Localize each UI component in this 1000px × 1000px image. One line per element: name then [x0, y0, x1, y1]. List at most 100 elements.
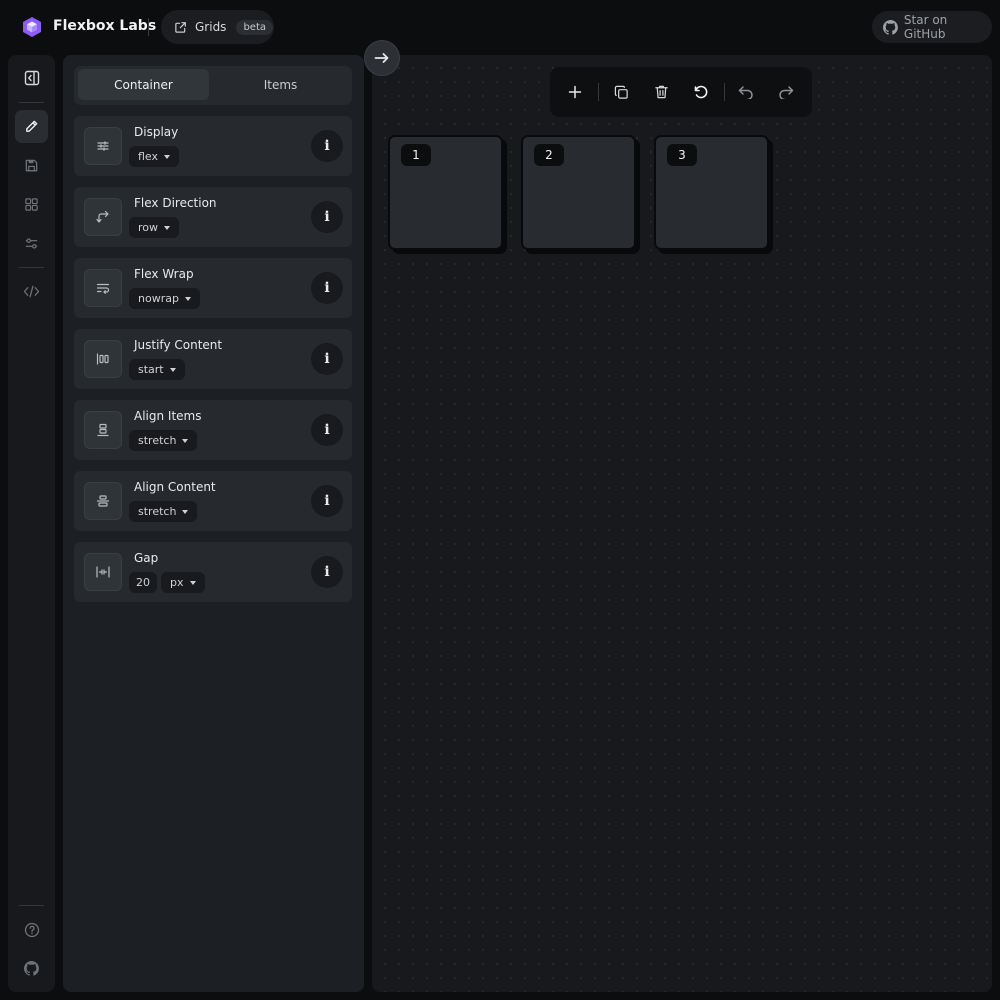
github-icon	[24, 961, 39, 976]
grids-link-button[interactable]: Grids beta	[161, 10, 274, 44]
display-select[interactable]: flex	[129, 146, 180, 167]
collapse-panel-button[interactable]	[364, 40, 400, 76]
layouts-button[interactable]	[15, 188, 48, 221]
property-title: Justify Content	[134, 338, 223, 352]
gap-value-input[interactable]: 20	[129, 572, 157, 593]
grids-label: Grids	[195, 20, 227, 34]
brand-name[interactable]: Flexbox Labs	[53, 18, 156, 34]
external-link-icon	[175, 21, 186, 33]
gap-unit-select[interactable]: px	[161, 572, 205, 593]
item-number: 2	[534, 144, 564, 166]
undo-icon	[738, 86, 753, 99]
header-divider	[148, 18, 149, 36]
github-icon	[883, 19, 898, 35]
delete-button[interactable]	[646, 77, 676, 107]
duplicate-button[interactable]	[606, 77, 636, 107]
select-value: start	[138, 363, 164, 376]
toolbar-divider	[598, 83, 599, 101]
wrap-icon	[84, 269, 122, 307]
code-button[interactable]	[15, 275, 48, 308]
logo-icon[interactable]	[21, 16, 43, 38]
property-flex-direction: Flex Direction row i	[74, 187, 352, 247]
property-justify-content: Justify Content start i	[74, 329, 352, 389]
info-button[interactable]: i	[311, 130, 343, 162]
delete-icon	[654, 85, 668, 99]
star-on-github-button[interactable]: Star on GitHub	[872, 11, 992, 43]
align-content-icon	[84, 482, 122, 520]
select-value: nowrap	[138, 292, 179, 305]
property-align-items: Align Items stretch i	[74, 400, 352, 460]
pencil-icon	[26, 120, 38, 132]
info-button[interactable]: i	[311, 201, 343, 233]
toggle-sidebar-button[interactable]	[15, 61, 48, 94]
canvas-toolbar	[550, 67, 812, 117]
tab-container[interactable]: Container	[78, 69, 209, 100]
settings-button[interactable]	[15, 227, 48, 260]
property-title: Flex Wrap	[134, 267, 194, 281]
display-icon	[84, 127, 122, 165]
select-value: flex	[138, 150, 159, 163]
property-flex-wrap: Flex Wrap nowrap i	[74, 258, 352, 318]
justify-content-select[interactable]: start	[129, 359, 185, 380]
help-icon	[24, 922, 39, 937]
panel-tabs: Container Items	[74, 66, 352, 105]
chevron-down-icon	[164, 225, 171, 230]
property-title: Gap	[134, 551, 159, 565]
help-button[interactable]	[15, 913, 48, 946]
property-title: Align Items	[134, 409, 202, 423]
chevron-down-icon	[189, 580, 196, 585]
tab-items[interactable]: Items	[213, 69, 348, 100]
github-rail-button[interactable]	[15, 952, 48, 985]
info-button[interactable]: i	[311, 556, 343, 588]
chevron-down-icon	[184, 296, 191, 301]
save-button[interactable]	[15, 149, 48, 182]
toolbar-divider	[724, 83, 725, 101]
property-title: Flex Direction	[134, 196, 217, 210]
flex-item[interactable]: 3	[654, 135, 769, 250]
reset-button[interactable]	[686, 77, 716, 107]
info-button[interactable]: i	[311, 485, 343, 517]
add-item-button[interactable]	[560, 77, 590, 107]
toggle-sidebar-icon	[24, 70, 39, 85]
select-value: stretch	[138, 505, 177, 518]
preview-canvas[interactable]: 1 2 3	[372, 55, 992, 992]
select-value: px	[170, 576, 184, 589]
arrow-right-icon	[374, 53, 389, 63]
flex-wrap-select[interactable]: nowrap	[129, 288, 200, 309]
chevron-down-icon	[182, 509, 189, 514]
property-gap: Gap 20 px i	[74, 542, 352, 602]
property-display: Display flex i	[74, 116, 352, 176]
chevron-down-icon	[182, 438, 189, 443]
sliders-icon	[25, 238, 38, 249]
item-number: 3	[667, 144, 697, 166]
property-title: Display	[134, 125, 179, 139]
undo-button[interactable]	[731, 77, 761, 107]
app-header: Flexbox Labs Grids beta Star on GitHub	[0, 0, 1000, 54]
github-label: Star on GitHub	[903, 13, 948, 41]
left-rail	[8, 55, 55, 992]
align-items-select[interactable]: stretch	[129, 430, 198, 451]
add-icon	[568, 85, 582, 99]
edit-button[interactable]	[15, 110, 48, 143]
code-icon	[23, 285, 40, 298]
property-align-content: Align Content stretch i	[74, 471, 352, 531]
beta-badge: beta	[236, 19, 273, 35]
flex-item[interactable]: 1	[388, 135, 503, 250]
flex-direction-select[interactable]: row	[129, 217, 180, 238]
redo-button[interactable]	[771, 77, 801, 107]
flex-item[interactable]: 2	[521, 135, 636, 250]
chevron-down-icon	[169, 367, 176, 372]
info-button[interactable]: i	[311, 343, 343, 375]
select-value: row	[138, 221, 159, 234]
item-number: 1	[401, 144, 431, 166]
save-icon	[25, 159, 38, 172]
grid-icon	[25, 198, 38, 211]
chevron-down-icon	[164, 154, 171, 159]
align-content-select[interactable]: stretch	[129, 501, 198, 522]
align-items-icon	[84, 411, 122, 449]
info-button[interactable]: i	[311, 414, 343, 446]
duplicate-icon	[614, 85, 628, 99]
info-button[interactable]: i	[311, 272, 343, 304]
gap-icon	[84, 553, 122, 591]
rail-divider	[19, 905, 44, 906]
